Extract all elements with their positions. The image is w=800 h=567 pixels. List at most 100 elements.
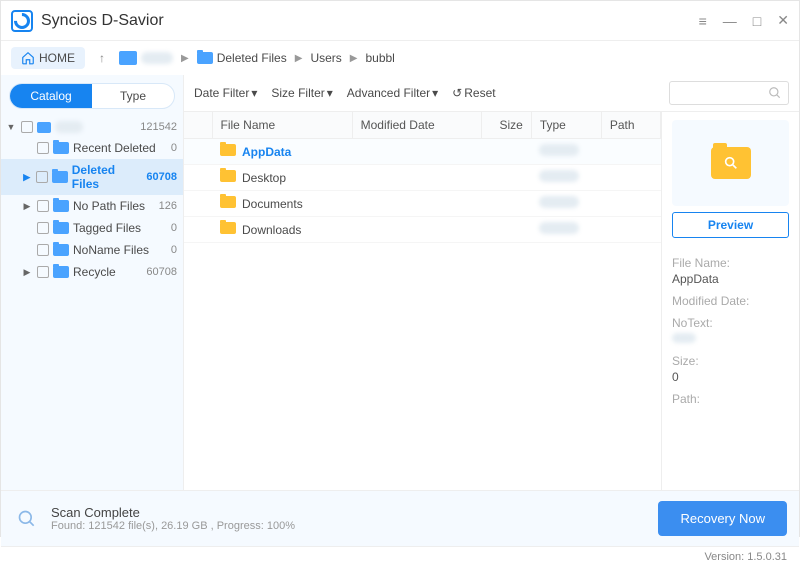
tree-item-no-path[interactable]: ▶ No Path Files 126 <box>1 195 183 217</box>
advanced-filter[interactable]: Advanced Filter▾ <box>347 86 438 100</box>
table-row[interactable]: Downloads <box>184 217 661 243</box>
breadcrumb-bubbl[interactable]: bubbl <box>365 51 394 65</box>
home-label: HOME <box>39 51 75 65</box>
chevron-down-icon: ▾ <box>327 86 333 100</box>
col-type[interactable]: Type <box>531 112 601 139</box>
tree-root-label <box>55 121 83 133</box>
scan-icon <box>13 505 41 533</box>
table-row[interactable]: Documents <box>184 191 661 217</box>
folder-icon <box>52 171 67 183</box>
col-modified[interactable]: Modified Date <box>352 112 481 139</box>
chevron-right-icon: ▶ <box>350 53 358 64</box>
tree-count: 60708 <box>146 266 177 278</box>
file-list: File Name Modified Date Size Type Path A… <box>184 112 661 490</box>
tree-item-noname[interactable]: NoName Files 0 <box>1 239 183 261</box>
folder-icon <box>53 142 69 154</box>
tree-item-deleted-files[interactable]: ▶ Deleted Files 60708 <box>1 159 183 195</box>
filter-bar: Date Filter▾ Size Filter▾ Advanced Filte… <box>184 75 799 112</box>
pv-val-size: 0 <box>672 370 789 384</box>
sidebar: Catalog Type ▼ 121542 Recent Deleted 0 ▶… <box>1 75 183 490</box>
pv-label-size: Size: <box>672 354 789 368</box>
checkbox[interactable] <box>37 200 49 212</box>
folder-icon <box>53 222 69 234</box>
tree-count: 126 <box>159 200 177 212</box>
checkbox[interactable] <box>37 244 49 256</box>
folder-icon <box>53 266 69 278</box>
file-type <box>539 196 579 208</box>
search-input[interactable] <box>669 81 789 105</box>
home-button[interactable]: HOME <box>11 47 85 69</box>
recovery-button[interactable]: Recovery Now <box>658 501 787 536</box>
minimize-button[interactable]: — <box>723 13 737 29</box>
search-icon <box>768 86 782 100</box>
file-type <box>539 170 579 182</box>
tree-item-tagged[interactable]: Tagged Files 0 <box>1 217 183 239</box>
status-title: Scan Complete <box>51 505 295 520</box>
tree-count: 60708 <box>146 171 177 183</box>
checkbox[interactable] <box>21 121 33 133</box>
reset-icon: ↺ <box>452 86 462 100</box>
checkbox[interactable] <box>37 266 49 278</box>
chevron-right-icon: ▶ <box>181 53 189 64</box>
folder-icon <box>220 222 236 234</box>
pv-label-mdate: Modified Date: <box>672 294 789 308</box>
checkbox[interactable] <box>36 171 48 183</box>
table-row[interactable]: AppData <box>184 139 661 165</box>
file-name: AppData <box>242 145 291 159</box>
tree-label: Deleted Files <box>72 163 143 191</box>
close-button[interactable]: ✕ <box>777 12 789 29</box>
drive-icon <box>37 122 51 133</box>
chevron-down-icon: ▾ <box>432 86 438 100</box>
file-name: Documents <box>242 197 303 211</box>
title-bar: Syncios D-Savior ≡ — □ ✕ <box>1 1 799 41</box>
breadcrumb-label: Deleted Files <box>217 51 287 65</box>
expand-icon[interactable]: ▶ <box>21 201 33 212</box>
content: Date Filter▾ Size Filter▾ Advanced Filte… <box>183 75 799 490</box>
col-name[interactable]: File Name <box>212 112 352 139</box>
col-path[interactable]: Path <box>601 112 660 139</box>
col-size[interactable]: Size <box>481 112 531 139</box>
maximize-button[interactable]: □ <box>753 13 761 29</box>
pv-val-notext <box>672 333 696 343</box>
preview-button[interactable]: Preview <box>672 212 789 238</box>
tree-root[interactable]: ▼ 121542 <box>1 117 183 137</box>
app-logo-icon <box>11 10 33 32</box>
breadcrumb-drive[interactable] <box>119 51 173 65</box>
file-name: Downloads <box>242 223 301 237</box>
reset-filter[interactable]: ↺Reset <box>452 86 495 100</box>
app-title: Syncios D-Savior <box>41 12 164 30</box>
preview-panel: Preview File Name: AppData Modified Date… <box>661 112 799 490</box>
menu-icon[interactable]: ≡ <box>699 13 707 29</box>
tree-count: 0 <box>171 244 177 256</box>
table-row[interactable]: Desktop <box>184 165 661 191</box>
breadcrumb-users[interactable]: Users <box>310 51 341 65</box>
tree: ▼ 121542 Recent Deleted 0 ▶ Deleted File… <box>1 117 183 283</box>
expand-icon[interactable]: ▶ <box>21 267 33 278</box>
folder-icon <box>53 200 69 212</box>
pv-label-fname: File Name: <box>672 256 789 270</box>
folder-preview-icon <box>711 147 751 179</box>
tab-type[interactable]: Type <box>92 84 174 108</box>
breadcrumb-deleted[interactable]: Deleted Files <box>197 51 287 65</box>
tab-catalog[interactable]: Catalog <box>10 84 92 108</box>
tree-count: 0 <box>171 222 177 234</box>
tree-label: NoName Files <box>73 243 149 257</box>
sidebar-tabs: Catalog Type <box>9 83 175 109</box>
tree-label: Recent Deleted <box>73 141 156 155</box>
home-icon <box>21 51 35 65</box>
status-bar: Scan Complete Found: 121542 file(s), 26.… <box>1 490 799 546</box>
preview-thumbnail <box>672 120 789 206</box>
expand-icon[interactable]: ▶ <box>21 172 32 183</box>
checkbox[interactable] <box>37 142 49 154</box>
tree-item-recycle[interactable]: ▶ Recycle 60708 <box>1 261 183 283</box>
pv-label-notext: NoText: <box>672 316 789 330</box>
file-name: Desktop <box>242 171 286 185</box>
collapse-icon[interactable]: ▼ <box>5 122 17 132</box>
date-filter[interactable]: Date Filter▾ <box>194 86 257 100</box>
size-filter[interactable]: Size Filter▾ <box>271 86 332 100</box>
checkbox[interactable] <box>37 222 49 234</box>
pv-val-fname: AppData <box>672 272 789 286</box>
tree-item-recent-deleted[interactable]: Recent Deleted 0 <box>1 137 183 159</box>
up-button[interactable]: ↑ <box>93 51 111 65</box>
folder-icon <box>220 170 236 182</box>
